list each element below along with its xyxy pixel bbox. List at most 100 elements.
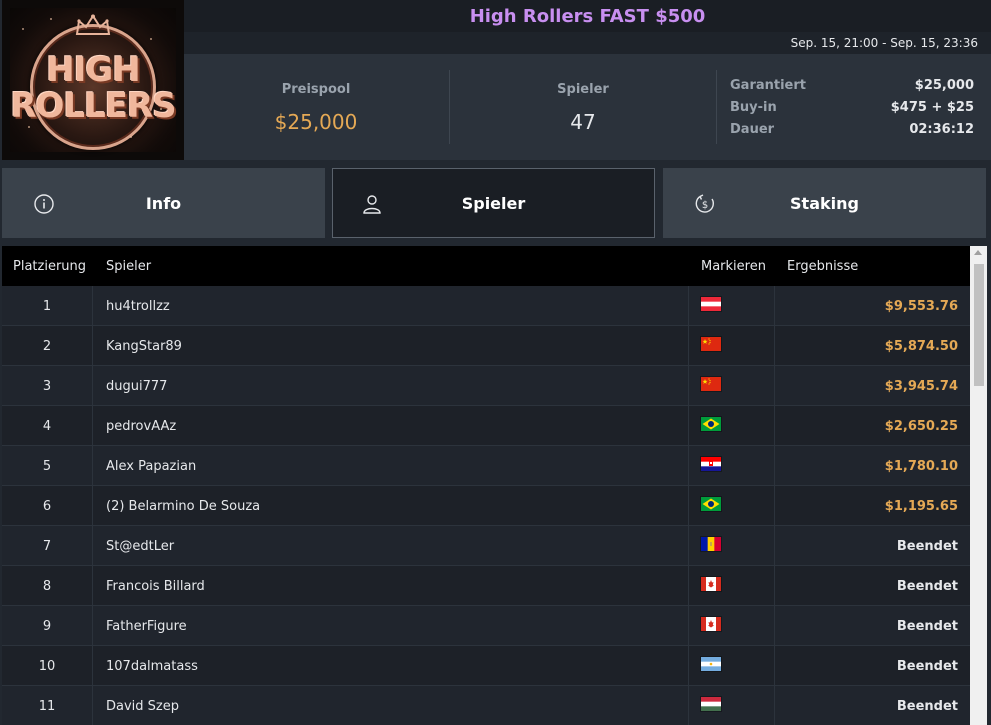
table-row[interactable]: 1 hu4trollzz $9,553.76	[2, 286, 970, 326]
scrollbar-thumb[interactable]	[974, 264, 984, 386]
column-separator	[92, 366, 93, 406]
rank-cell: 9	[42, 619, 52, 634]
table-header: Platzierung Spieler Markieren Ergebnisse	[2, 246, 970, 286]
table-row[interactable]: 8 Francois Billard Beendet	[2, 566, 970, 606]
rank-cell: 4	[42, 419, 52, 434]
tournament-title: High Rollers FAST $500	[469, 6, 706, 27]
player-name[interactable]: 107dalmatass	[106, 659, 198, 674]
player-name[interactable]: pedrovAAz	[106, 419, 176, 434]
tab-staking[interactable]: $ Staking	[663, 168, 986, 238]
rank-cell: 10	[38, 659, 56, 674]
detail-key: Garantiert	[730, 78, 806, 93]
column-separator	[774, 446, 775, 486]
column-separator	[92, 686, 93, 725]
title-bar: High Rollers FAST $500	[184, 0, 991, 32]
header-flag[interactable]: Markieren	[701, 259, 766, 274]
tournament-dates: Sep. 15, 21:00 - Sep. 15, 23:36	[790, 36, 978, 50]
detail-key: Buy-in	[730, 100, 777, 115]
result-cell: $1,195.65	[884, 499, 958, 514]
prize-pool-stat: Preispool $25,000	[184, 54, 448, 160]
column-separator	[92, 646, 93, 686]
rank-cell: 7	[42, 539, 52, 554]
table-row[interactable]: 3 dugui777 $3,945.74	[2, 366, 970, 406]
table-row[interactable]: 7 St@edtLer Beendet	[2, 526, 970, 566]
divider	[716, 70, 717, 144]
tab-info[interactable]: Info	[2, 168, 325, 238]
column-separator	[688, 686, 689, 725]
prize-pool-value: $25,000	[274, 110, 358, 134]
column-separator	[92, 566, 93, 606]
prize-pool-label: Preispool	[281, 82, 351, 97]
player-name[interactable]: St@edtLer	[106, 539, 174, 554]
player-name[interactable]: Francois Billard	[106, 579, 205, 594]
flag-brazil-icon	[701, 417, 721, 431]
column-separator	[688, 286, 689, 326]
column-separator	[688, 406, 689, 446]
column-separator	[688, 486, 689, 526]
crown-icon	[75, 14, 111, 35]
flag-brazil-icon	[701, 497, 721, 511]
result-cell: Beendet	[896, 539, 958, 554]
result-cell: Beendet	[896, 699, 958, 714]
player-name[interactable]: hu4trollzz	[106, 299, 170, 314]
scroll-up-arrow-icon[interactable]	[974, 250, 982, 255]
column-separator	[92, 526, 93, 566]
player-name[interactable]: (2) Belarmino De Souza	[106, 499, 260, 514]
player-name[interactable]: KangStar89	[106, 339, 182, 354]
rank-cell: 11	[38, 699, 56, 714]
rank-cell: 1	[42, 299, 52, 314]
flag-china-icon	[701, 377, 721, 391]
player-name[interactable]: Alex Papazian	[106, 459, 196, 474]
header-player[interactable]: Spieler	[106, 259, 151, 274]
column-separator	[774, 686, 775, 725]
column-separator	[92, 486, 93, 526]
table-row[interactable]: 6 (2) Belarmino De Souza $1,195.65	[2, 486, 970, 526]
players-stat: Spieler 47	[450, 54, 716, 160]
column-separator	[92, 606, 93, 646]
rank-cell: 8	[42, 579, 52, 594]
detail-value: 02:36:12	[909, 122, 974, 137]
flag-andorra-icon	[701, 537, 721, 551]
players-label: Spieler	[557, 82, 609, 97]
logo-text-rollers: ROLLERS	[10, 86, 176, 126]
column-separator	[774, 286, 775, 326]
sparkle	[28, 126, 30, 128]
rank-cell: 2	[42, 339, 52, 354]
column-separator	[92, 446, 93, 486]
stats-panel: Preispool $25,000 Spieler 47 Garantiert …	[184, 54, 991, 160]
column-separator	[92, 406, 93, 446]
table-row[interactable]: 4 pedrovAAz $2,650.25	[2, 406, 970, 446]
column-separator	[688, 606, 689, 646]
flag-hungary-icon	[701, 697, 721, 711]
player-name[interactable]: FatherFigure	[106, 619, 187, 634]
rank-cell: 6	[42, 499, 52, 514]
column-separator	[92, 286, 93, 326]
result-cell: $3,945.74	[884, 379, 958, 394]
table-scrollbar[interactable]	[970, 246, 987, 725]
table-body: 1 hu4trollzz $9,553.76 2 KangStar89 $5,874.50…	[2, 286, 970, 725]
table-row[interactable]: 10 107dalmatass Beendet	[2, 646, 970, 686]
header-result[interactable]: Ergebnisse	[787, 259, 858, 274]
tab-spieler[interactable]: Spieler	[332, 168, 655, 238]
rank-cell: 5	[42, 459, 52, 474]
player-name[interactable]: David Szep	[106, 699, 179, 714]
tab-label: Spieler	[461, 194, 526, 213]
table-row[interactable]: 5 Alex Papazian $1,780.10	[2, 446, 970, 486]
column-separator	[774, 326, 775, 366]
header-rank[interactable]: Platzierung	[13, 259, 86, 274]
player-name[interactable]: dugui777	[106, 379, 167, 394]
flag-canada-icon	[701, 577, 721, 591]
column-separator	[774, 366, 775, 406]
column-separator	[688, 446, 689, 486]
column-separator	[688, 366, 689, 406]
result-cell: $1,780.10	[884, 459, 958, 474]
column-separator	[774, 566, 775, 606]
table-row[interactable]: 11 David Szep Beendet	[2, 686, 970, 725]
logo-background: HIGH ROLLERS	[10, 8, 177, 152]
column-separator	[688, 566, 689, 606]
table-row[interactable]: 2 KangStar89 $5,874.50	[2, 326, 970, 366]
result-cell: $2,650.25	[884, 419, 958, 434]
date-bar: Sep. 15, 21:00 - Sep. 15, 23:36	[184, 32, 991, 54]
table-row[interactable]: 9 FatherFigure Beendet	[2, 606, 970, 646]
detail-value: $25,000	[914, 78, 974, 93]
